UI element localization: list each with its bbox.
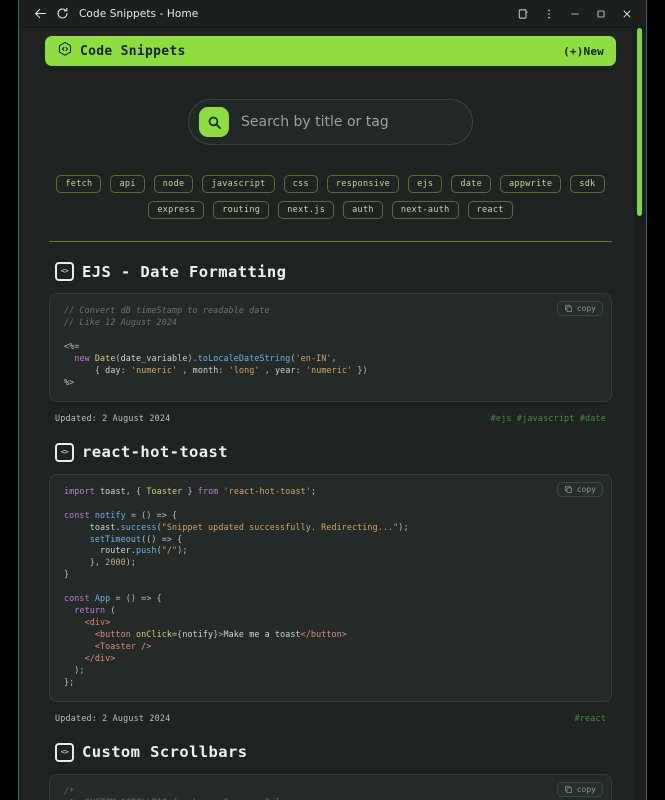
code-hexagon-logo-icon (57, 41, 73, 61)
minimize-button[interactable] (562, 2, 588, 26)
tag-chip[interactable]: ejs (408, 175, 443, 194)
code-content-3: /* * CUSTOM SCROLLBAR for Large Screens … (64, 785, 285, 800)
tag-chip[interactable]: css (283, 175, 318, 194)
tag-chip[interactable]: express (148, 201, 205, 220)
scroll-area: Code Snippets (+)New Search by title or … (19, 28, 634, 800)
search-box[interactable]: Search by title or tag (188, 99, 473, 145)
maximize-button[interactable] (588, 2, 614, 26)
snippet-title-row: <> EJS - Date Formatting (55, 262, 612, 282)
snippet-title-row: <> react-hot-toast (55, 442, 612, 462)
snippet-footer: Updated: 2 August 2024 #react (55, 713, 606, 723)
snippet-title-row: <> Custom Scrollbars (55, 742, 612, 762)
copy-button[interactable]: copy (556, 781, 603, 797)
snippet-hashtags[interactable]: #react (575, 713, 606, 723)
snippet-title[interactable]: EJS - Date Formatting (82, 263, 286, 281)
content-container: Code Snippets (+)New Search by title or … (19, 36, 634, 800)
title-bar: Code Snippets - Home (19, 0, 646, 28)
tag-chip[interactable]: auth (343, 201, 383, 220)
close-button[interactable] (614, 2, 640, 26)
tag-chip[interactable]: responsive (326, 175, 400, 194)
search-icon[interactable] (199, 107, 229, 137)
back-arrow-icon[interactable] (29, 3, 51, 25)
updated-text: Updated: 2 August 2024 (55, 412, 171, 423)
brand[interactable]: Code Snippets (57, 41, 186, 61)
code-block: copy // Convert dB timeStamp to readable… (49, 293, 612, 402)
new-snippet-button[interactable]: (+)New (563, 45, 604, 58)
tag-chip[interactable]: react (467, 201, 513, 220)
scrollbar-thumb[interactable] (637, 28, 642, 216)
copy-button-label: copy (576, 784, 596, 794)
tag-chip[interactable]: next.js (278, 201, 335, 220)
updated-text: Updated: 2 August 2024 (55, 712, 171, 723)
page-body: Code Snippets (+)New Search by title or … (19, 28, 646, 800)
code-content-2: import toast, { Toaster } from 'react-ho… (64, 485, 409, 687)
tag-chip[interactable]: fetch (56, 175, 102, 194)
tag-chip[interactable]: api (110, 175, 145, 194)
tag-chip[interactable]: date (451, 175, 491, 194)
vertical-scrollbar[interactable] (634, 28, 645, 800)
tag-chip[interactable]: node (153, 175, 194, 194)
copy-button[interactable]: copy (556, 481, 603, 497)
refresh-icon[interactable] (51, 3, 73, 25)
tag-chip[interactable]: javascript (202, 175, 275, 194)
tag-chip[interactable]: appwrite (500, 175, 562, 194)
copy-button[interactable]: copy (556, 301, 603, 317)
code-brackets-icon: <> (55, 742, 74, 762)
snippet-card: <> Custom Scrollbars copy /* * CUSTOM SC… (45, 723, 616, 800)
split-screen-icon[interactable] (510, 2, 536, 26)
copy-button-label: copy (576, 304, 596, 314)
search-section: Search by title or tag (45, 99, 616, 145)
snippet-card: <> react-hot-toast copy import toast, { … (45, 423, 616, 723)
app-header-banner: Code Snippets (+)New (45, 36, 616, 66)
tag-chip[interactable]: sdk (570, 175, 605, 194)
tag-chip[interactable]: next-auth (391, 201, 459, 220)
code-block: copy /* * CUSTOM SCROLLBAR for Large Scr… (49, 773, 612, 800)
snippet-card: <> EJS - Date Formatting copy // Convert… (45, 242, 616, 423)
code-block: copy import toast, { Toaster } from 'rea… (49, 473, 612, 702)
more-vertical-icon[interactable] (536, 2, 562, 26)
search-input[interactable]: Search by title or tag (241, 114, 389, 130)
brand-name: Code Snippets (80, 43, 186, 59)
tag-filter-list: fetch api node javascript css responsive… (45, 175, 616, 220)
browser-window: Code Snippets - Home Code Snippets (+)Ne… (18, 0, 647, 800)
snippet-title[interactable]: Custom Scrollbars (82, 743, 247, 761)
snippet-footer: Updated: 2 August 2024 #ejs #javascript … (55, 413, 606, 423)
snippet-hashtags[interactable]: #ejs #javascript #date (491, 413, 606, 423)
code-content-1: // Convert dB timeStamp to readable date… (64, 305, 368, 387)
snippet-title[interactable]: react-hot-toast (82, 443, 228, 461)
copy-button-label: copy (576, 484, 596, 494)
code-brackets-icon: <> (55, 442, 74, 462)
window-title: Code Snippets - Home (79, 7, 199, 20)
tag-chip[interactable]: routing (213, 201, 270, 220)
code-brackets-icon: <> (55, 262, 74, 282)
